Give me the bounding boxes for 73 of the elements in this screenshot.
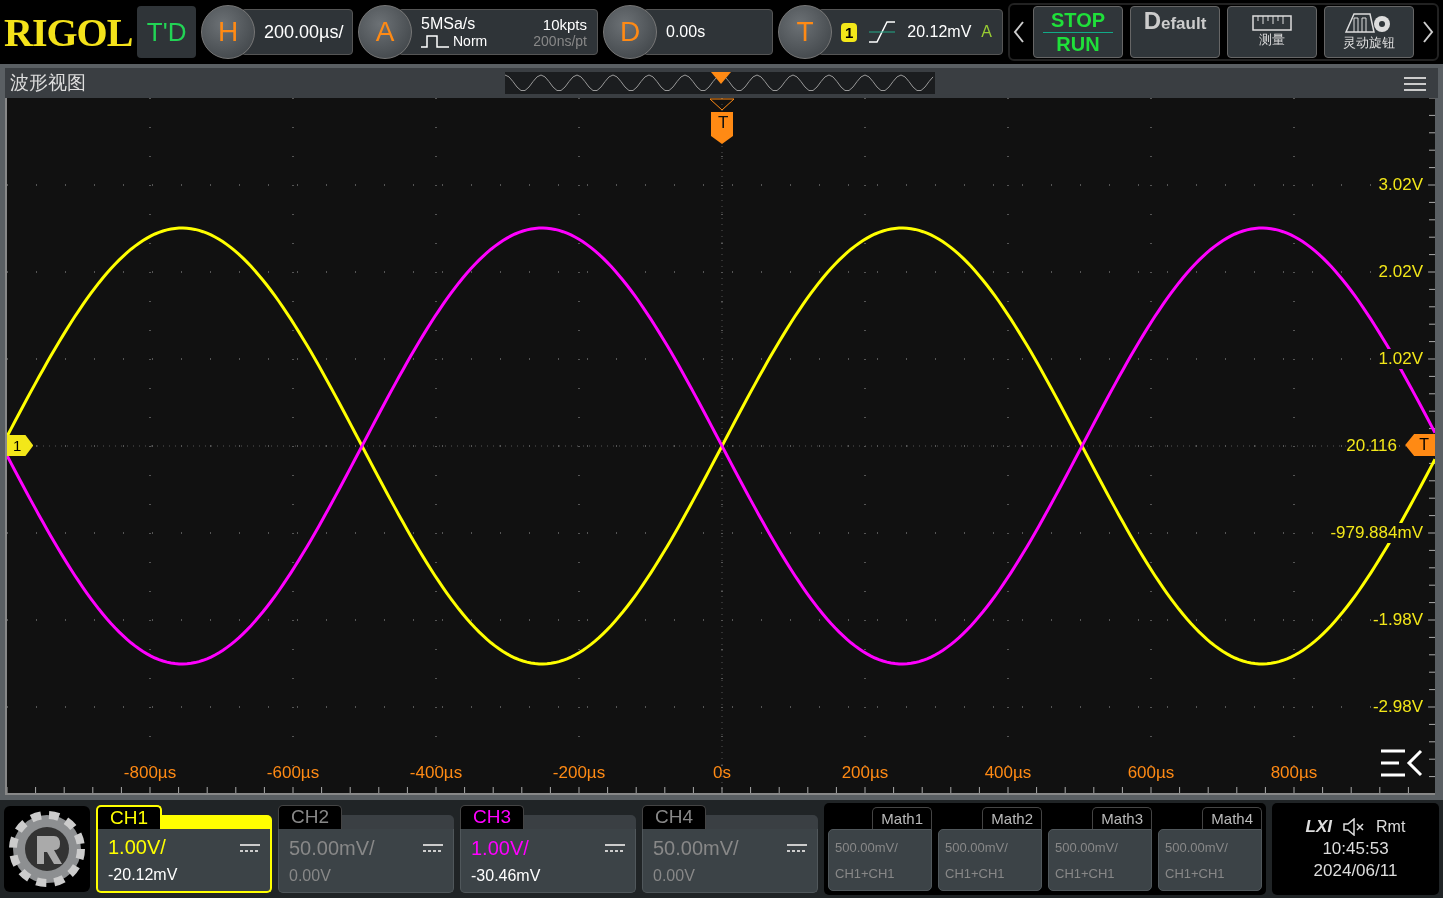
acquire-mode: Norm <box>453 33 488 49</box>
lxi-label: LXI <box>1305 817 1333 837</box>
delay-value: 0.00s <box>666 23 706 41</box>
trigger-marker-label: T <box>717 113 730 133</box>
position-marker-icon <box>711 72 731 84</box>
channel-offset: 0.00V <box>289 866 332 885</box>
remote-label: Rmt <box>1376 818 1406 836</box>
trigger-source: 1 <box>841 22 858 42</box>
sample-rate: 5MSa/s <box>421 15 476 33</box>
voltage-label: 1.02V <box>1376 349 1425 369</box>
channel-offset: -30.46mV <box>471 866 542 885</box>
time-label: 400µs <box>983 763 1033 783</box>
rising-edge-icon <box>867 20 898 44</box>
dc-coupling-icon <box>240 842 260 853</box>
menu-icon[interactable] <box>1404 76 1426 92</box>
muted-speaker-icon <box>1342 818 1367 836</box>
time-label: -400µs <box>408 763 464 783</box>
channel-name: CH3 <box>460 805 524 829</box>
channel-scale: 1.00V/ <box>108 836 166 860</box>
math-scale: 500.00mV/ <box>1055 839 1119 855</box>
measure-button[interactable]: 测量 <box>1227 6 1317 58</box>
trigger-level: 20.12mV <box>907 23 972 41</box>
math-name: Math4 <box>1202 807 1262 829</box>
voltage-label: -979.884mV <box>1328 523 1425 543</box>
dc-coupling-icon <box>423 843 443 853</box>
ruler-icon <box>1252 15 1292 31</box>
channel-scale: 1.00V/ <box>471 836 529 860</box>
dc-coupling-icon <box>605 843 625 853</box>
trigger-level-label: 20.116 <box>1345 436 1398 456</box>
channel-name: CH2 <box>278 805 342 829</box>
math-scale: 500.00mV/ <box>1165 839 1229 855</box>
mode-button[interactable]: T'D <box>137 6 196 58</box>
channel-scale: 50.00mV/ <box>653 836 739 860</box>
pulse-icon <box>421 34 449 48</box>
sweep-mode: A <box>981 23 992 41</box>
math-source: CH1+CH1 <box>945 865 1006 881</box>
memory-depth: 10kpts <box>542 15 587 33</box>
view-title: 波形视图 <box>10 71 86 95</box>
timebase-value: 200.00µs/ <box>264 21 344 43</box>
time-label: -600µs <box>265 763 321 783</box>
trigger-level-marker: T <box>1405 434 1435 456</box>
trigger-position-marker <box>709 98 735 144</box>
math-scale: 500.00mV/ <box>835 839 899 855</box>
time-label: 600µs <box>1126 763 1176 783</box>
resolution-value: 200ns/pt <box>533 33 587 49</box>
dc-coupling-icon <box>787 843 807 853</box>
math-scale: 500.00mV/ <box>945 839 1009 855</box>
math-source: CH1+CH1 <box>1165 865 1226 881</box>
time-label: -200µs <box>551 763 607 783</box>
collapse-menu-icon[interactable] <box>1381 748 1423 778</box>
time-label: 0s <box>712 763 732 783</box>
channel-offset: -20.12mV <box>108 865 179 884</box>
channel-name: CH1 <box>96 805 162 829</box>
time-label: 200µs <box>840 763 890 783</box>
math-source: CH1+CH1 <box>835 865 896 881</box>
gear-logo-icon <box>4 806 90 892</box>
math-name: Math1 <box>872 807 932 829</box>
channel-scale: 50.00mV/ <box>289 836 375 860</box>
time-label: 800µs <box>1269 763 1319 783</box>
default-button[interactable]: Default <box>1130 6 1220 58</box>
smart-knob-button[interactable]: 灵动旋钮 <box>1324 6 1414 58</box>
clock-date: 2024/06/11 <box>1313 861 1398 881</box>
math-name: Math3 <box>1092 807 1152 829</box>
channel-name: CH4 <box>642 805 706 829</box>
math-name: Math2 <box>982 807 1042 829</box>
math-source: CH1+CH1 <box>1055 865 1116 881</box>
clock-time: 10:45:53 <box>1322 839 1389 859</box>
time-label: -800µs <box>122 763 178 783</box>
brand-logo: RIGOL <box>4 8 133 56</box>
channel-marker: 1 <box>7 435 34 456</box>
memory-overview-icon <box>505 72 935 94</box>
channel-offset: 0.00V <box>653 866 696 885</box>
run-stop-button[interactable]: STOP RUN <box>1033 6 1123 58</box>
